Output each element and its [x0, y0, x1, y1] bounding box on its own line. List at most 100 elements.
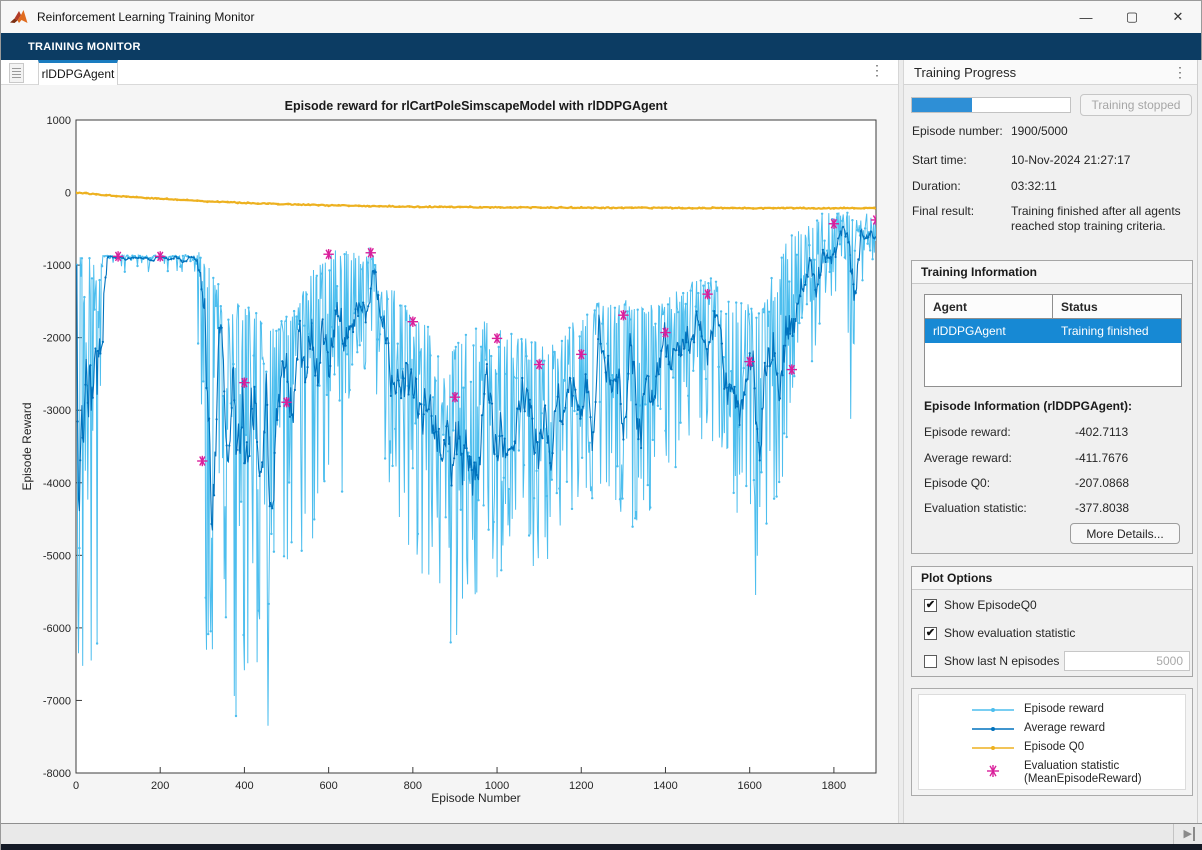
title-bar: Reinforcement Learning Training Monitor …	[1, 1, 1201, 33]
figure-area: 020040060080010001200140016001800-8000-7…	[1, 85, 898, 823]
svg-text:-3000: -3000	[43, 405, 71, 417]
legend-label: Episode Q0	[1024, 741, 1084, 754]
start-time-label: Start time:	[912, 153, 1011, 168]
ribbon-tab-training-monitor[interactable]: TRAINING MONITOR	[28, 41, 141, 53]
legend-entry-evaluation-statistic: Evaluation statistic (MeanEpisodeReward)	[971, 760, 1185, 786]
show-last-n-episodes-label: Show last N episodes	[944, 654, 1059, 668]
tab-rlddpgagent[interactable]: rlDDPGAgent	[38, 60, 118, 85]
panel-header: Training Progress ⋮	[904, 60, 1197, 85]
plot-options-group: Plot Options ✔ Show EpisodeQ0 ✔ Show eva…	[911, 566, 1193, 677]
svg-text:-5000: -5000	[43, 550, 71, 562]
duration-value: 03:32:11	[1011, 179, 1190, 194]
svg-text:-7000: -7000	[43, 695, 71, 707]
table-row[interactable]: rlDDPGAgent Training finished	[925, 319, 1181, 343]
more-details-button[interactable]: More Details...	[1070, 523, 1180, 544]
n-episodes-input[interactable]	[1064, 651, 1190, 671]
legend-box: Episode reward Average reward Episode Q0	[911, 688, 1193, 796]
legend-label: Episode reward	[1024, 703, 1104, 716]
svg-text:400: 400	[235, 780, 253, 792]
episode-q0-value: -207.0868	[1075, 476, 1129, 490]
svg-text:Episode Reward: Episode Reward	[20, 402, 34, 490]
show-evaluation-statistic-row: ✔ Show evaluation statistic	[924, 626, 1075, 640]
legend-entry-episode-reward: Episode reward	[971, 703, 1185, 716]
legend-label-two-line: Evaluation statistic (MeanEpisodeReward)	[1024, 760, 1142, 786]
svg-text:0: 0	[65, 188, 71, 200]
legend-entry-episode-q0: Episode Q0	[971, 741, 1185, 754]
expand-panel-icon[interactable]: ▶	[1184, 827, 1195, 841]
training-chart[interactable]: 020040060080010001200140016001800-8000-7…	[1, 85, 898, 823]
show-episodeq0-row: ✔ Show EpisodeQ0	[924, 598, 1037, 612]
svg-text:1000: 1000	[47, 115, 71, 127]
panel-title: Training Progress	[914, 65, 1016, 80]
plot-options-title: Plot Options	[921, 571, 992, 585]
evaluation-statistic-value: -377.8038	[1075, 501, 1129, 515]
average-reward-value: -411.7676	[1075, 451, 1128, 465]
episode-q0-row: Episode Q0: -207.0868	[924, 476, 1182, 490]
panel-menu-icon[interactable]: ⋮	[1173, 64, 1187, 81]
svg-text:Episode Number: Episode Number	[431, 791, 520, 805]
show-last-n-episodes-row: Show last N episodes	[924, 654, 1059, 668]
average-reward-label: Average reward:	[924, 451, 1075, 465]
evaluation-statistic-asterisk-icon	[971, 760, 1015, 782]
close-button[interactable]: ✕	[1155, 1, 1201, 33]
svg-text:800: 800	[404, 780, 422, 792]
legend-inner: Episode reward Average reward Episode Q0	[918, 694, 1186, 790]
episode-reward-row: Episode reward: -402.7113	[924, 425, 1182, 439]
final-result-value: Training finished after all agents reach…	[1011, 204, 1190, 234]
desktop-sliver	[1, 844, 1202, 850]
svg-text:-8000: -8000	[43, 768, 71, 780]
episode-information-title: Episode Information (rlDDPGAgent):	[924, 399, 1132, 413]
training-information-title: Training Information	[921, 265, 1037, 279]
agent-cell[interactable]: rlDDPGAgent	[925, 319, 1053, 343]
svg-text:1400: 1400	[653, 780, 677, 792]
episode-reward-value: -402.7113	[1075, 425, 1128, 439]
show-episodeq0-checkbox[interactable]: ✔	[924, 599, 937, 612]
start-time-row: Start time: 10-Nov-2024 21:27:17	[912, 153, 1190, 168]
document-tab-strip: rlDDPGAgent ⋮	[1, 60, 898, 85]
right-edge-strip	[1197, 60, 1202, 823]
window-title: Reinforcement Learning Training Monitor	[37, 10, 254, 24]
minimize-button[interactable]: —	[1063, 1, 1109, 33]
table-header-row: Agent Status	[925, 295, 1181, 319]
episode-q0-line-icon	[971, 743, 1015, 753]
tab-grip-icon[interactable]	[9, 63, 24, 83]
duration-row: Duration: 03:32:11	[912, 179, 1190, 194]
svg-text:200: 200	[151, 780, 169, 792]
show-evaluation-statistic-checkbox[interactable]: ✔	[924, 627, 937, 640]
duration-label: Duration:	[912, 179, 1011, 194]
episode-number-row: Episode number: 1900/5000	[912, 124, 1190, 139]
svg-text:-1000: -1000	[43, 260, 71, 272]
training-information-group: Training Information Agent Status rlDDPG…	[911, 260, 1193, 554]
start-time-value: 10-Nov-2024 21:27:17	[1011, 153, 1190, 168]
legend-label: Average reward	[1024, 722, 1105, 735]
plot-options-header: Plot Options	[912, 567, 1192, 590]
document-menu-icon[interactable]: ⋮	[870, 62, 884, 79]
legend-entry-average-reward: Average reward	[971, 722, 1185, 735]
final-result-label: Final result:	[912, 204, 1011, 234]
progress-fill	[912, 98, 972, 112]
status-bar-divider	[1173, 824, 1174, 845]
training-stopped-button[interactable]: Training stopped	[1080, 94, 1192, 116]
episode-number-label: Episode number:	[912, 124, 1011, 139]
evaluation-statistic-label: Evaluation statistic:	[924, 501, 1075, 515]
episode-number-value: 1900/5000	[1011, 124, 1190, 139]
svg-text:0: 0	[73, 780, 79, 792]
svg-text:-4000: -4000	[43, 478, 71, 490]
episode-reward-label: Episode reward:	[924, 425, 1075, 439]
svg-text:1800: 1800	[822, 780, 846, 792]
svg-text:Episode reward for rlCartPoleS: Episode reward for rlCartPoleSimscapeMod…	[285, 99, 669, 113]
svg-text:-2000: -2000	[43, 333, 71, 345]
svg-text:1600: 1600	[737, 780, 761, 792]
show-last-n-episodes-checkbox[interactable]	[924, 655, 937, 668]
average-reward-row: Average reward: -411.7676	[924, 451, 1182, 465]
svg-text:-6000: -6000	[43, 623, 71, 635]
maximize-button[interactable]: ▢	[1109, 1, 1155, 33]
agent-column-header: Agent	[925, 295, 1053, 318]
status-cell[interactable]: Training finished	[1053, 319, 1181, 343]
episode-reward-line-icon	[971, 705, 1015, 715]
svg-text:1200: 1200	[569, 780, 593, 792]
status-column-header: Status	[1053, 295, 1181, 318]
app-window: Reinforcement Learning Training Monitor …	[0, 0, 1202, 850]
agent-status-table[interactable]: Agent Status rlDDPGAgent Training finish…	[924, 294, 1182, 387]
status-bar: ▶	[1, 823, 1202, 844]
